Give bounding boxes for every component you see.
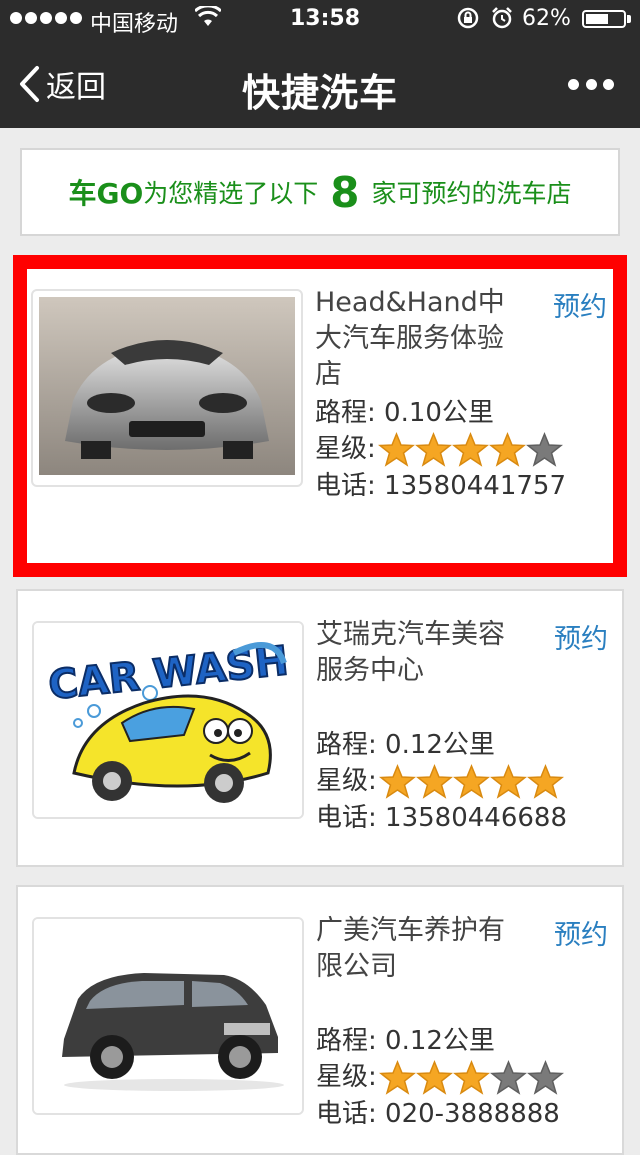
battery-percent: 62% — [522, 6, 571, 31]
star-rating — [378, 763, 564, 800]
wifi-icon — [193, 4, 223, 34]
star-filled-icon — [377, 431, 415, 467]
shop-rating-row: 星级: — [315, 431, 563, 468]
more-menu-button[interactable] — [568, 70, 614, 98]
rating-label: 星级: — [316, 766, 377, 796]
shop-info: 艾瑞克汽车美容服务中心 路程: 0.12公里 星级: 电话: 135804466… — [316, 617, 567, 836]
star-empty-icon — [525, 431, 563, 467]
shop-phone: 电话: 020-3888888 — [316, 1098, 560, 1129]
shop-image-suv — [32, 917, 304, 1115]
alarm-icon — [490, 6, 514, 36]
banner-text-after: 家可预约的洗车店 — [371, 179, 572, 208]
page-title: 快捷洗车 — [241, 71, 398, 115]
rating-label: 星级: — [315, 434, 376, 464]
star-filled-icon — [415, 763, 453, 799]
rotation-lock-icon — [456, 6, 480, 36]
star-filled-icon — [526, 763, 564, 799]
shop-image-car-wash: CAR WASH — [32, 621, 304, 819]
shop-rating-row: 星级: — [316, 763, 564, 800]
star-filled-icon — [415, 1059, 453, 1095]
star-filled-icon — [489, 763, 527, 799]
shop-distance: 路程: 0.12公里 — [316, 1026, 495, 1056]
status-bar: 中国移动 13:58 62% — [0, 0, 640, 40]
shop-card[interactable]: Head&Hand中大汽车服务体验店 路程: 0.10公里 星级: 电话: 13… — [13, 255, 627, 577]
shop-info: 广美汽车养护有限公司 路程: 0.12公里 星级: 电话: 020-388888… — [316, 913, 564, 1132]
reserve-button[interactable]: 预约 — [553, 285, 607, 324]
shop-card[interactable]: 广美汽车养护有限公司 路程: 0.12公里 星级: 电话: 020-388888… — [16, 885, 624, 1155]
star-rating — [377, 431, 563, 468]
star-filled-icon — [452, 763, 490, 799]
signal-icon — [10, 12, 82, 24]
clock-time: 13:58 — [290, 6, 361, 31]
shop-name: 广美汽车养护有限公司 — [316, 915, 505, 982]
shop-card[interactable]: CAR WASH 艾瑞克汽车美容服务中心 路程: 0.12公里 星级: 电话: … — [16, 589, 624, 867]
reserve-button[interactable]: 预约 — [554, 617, 608, 656]
battery-nub — [627, 15, 631, 23]
reserve-button[interactable]: 预约 — [554, 913, 608, 952]
more-dot-icon — [603, 78, 614, 90]
star-filled-icon — [451, 431, 489, 467]
more-dot-icon — [585, 78, 597, 90]
star-rating — [378, 1059, 564, 1096]
banner-text-before: 为您精选了以下 — [143, 179, 319, 208]
star-filled-icon — [414, 431, 452, 467]
more-dot-icon — [568, 78, 579, 90]
star-filled-icon — [488, 431, 526, 467]
battery-icon — [582, 10, 626, 28]
result-banner: 车GO 为您精选了以下 8 家可预约的洗车店 — [20, 148, 620, 236]
shop-name: Head&Hand中大汽车服务体验店 — [315, 287, 505, 390]
star-empty-icon — [489, 1059, 527, 1095]
star-filled-icon — [378, 763, 416, 799]
star-filled-icon — [378, 1059, 416, 1095]
star-filled-icon — [452, 1059, 490, 1095]
shop-phone: 电话: 13580441757 — [315, 470, 566, 501]
banner-brand: 车GO — [68, 177, 144, 210]
shop-distance: 路程: 0.12公里 — [316, 730, 495, 760]
nav-bar: 返回 快捷洗车 — [0, 40, 640, 128]
shop-phone: 电话: 13580446688 — [316, 802, 567, 833]
rating-label: 星级: — [316, 1062, 377, 1092]
shop-info: Head&Hand中大汽车服务体验店 路程: 0.10公里 星级: 电话: 13… — [315, 285, 566, 504]
shop-distance: 路程: 0.10公里 — [315, 398, 494, 428]
star-empty-icon — [526, 1059, 564, 1095]
shop-name: 艾瑞克汽车美容服务中心 — [316, 619, 505, 686]
banner-count: 8 — [330, 167, 360, 217]
shop-image-sports-car — [31, 289, 303, 487]
shop-rating-row: 星级: — [316, 1059, 564, 1096]
carrier-label: 中国移动 — [90, 12, 179, 37]
